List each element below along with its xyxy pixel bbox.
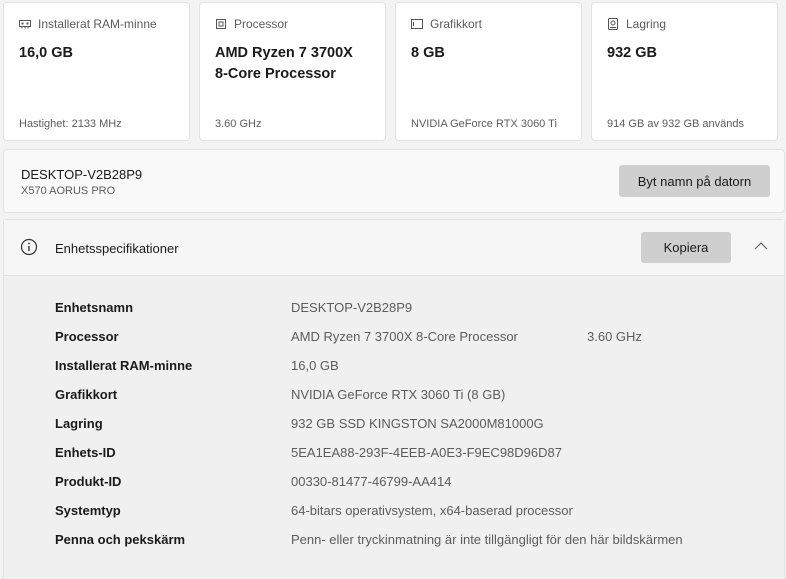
spec-label: Lagring — [55, 416, 103, 431]
spec-value: 5EA1EA88-293F-4EEB-A0E3-F9EC98D96D87 — [291, 445, 562, 460]
device-name-bar: DESKTOP-V2B28P9 X570 AORUS PRO Byt namn … — [3, 149, 785, 213]
spec-value: 16,0 GB — [291, 358, 339, 373]
card-title: Processor — [234, 17, 289, 31]
card-value: 8 GB — [411, 43, 566, 64]
spec-value: NVIDIA GeForce RTX 3060 Ti (8 GB) — [291, 387, 506, 402]
spec-label: Processor — [55, 329, 119, 344]
spec-value: 64-bitars operativsystem, x64-baserad pr… — [291, 503, 573, 518]
spec-panel-title: Enhetsspecifikationer — [55, 241, 179, 256]
spec-value: Penn- eller tryckinmatning är inte tillg… — [291, 532, 683, 547]
spec-panel-header[interactable]: Enhetsspecifikationer Kopiera — [4, 220, 784, 276]
card-storage: Lagring 932 GB 914 GB av 932 GB används — [591, 2, 778, 141]
spec-value: AMD Ryzen 7 3700X 8-Core Processor — [291, 329, 518, 344]
card-footer: 914 GB av 932 GB används — [607, 118, 744, 130]
device-specifications-panel: Enhetsspecifikationer Kopiera Enhetsnamn… — [3, 219, 785, 579]
card-footer: Hastighet: 2133 MHz — [19, 118, 122, 130]
card-title: Grafikkort — [430, 17, 483, 31]
spec-value: 932 GB SSD KINGSTON SA2000M81000G — [291, 416, 544, 431]
card-value: 16,0 GB — [19, 43, 174, 64]
card-value-line: 16,0 GB — [19, 45, 73, 61]
ram-icon — [19, 18, 31, 30]
device-name: DESKTOP-V2B28P9 — [21, 167, 143, 182]
card-gpu-header: Grafikkort — [411, 17, 566, 31]
spec-label: Grafikkort — [55, 387, 118, 402]
spec-label: Enhetsnamn — [55, 300, 134, 315]
spec-value: 00330-81477-46799-AA414 — [291, 474, 452, 489]
spec-value-extra: 3.60 GHz — [587, 329, 642, 344]
card-value-line: 8-Core Processor — [215, 66, 336, 82]
spec-label: Systemtyp — [55, 503, 121, 518]
info-icon — [20, 238, 38, 256]
card-processor: Processor AMD Ryzen 7 3700X 8-Core Proce… — [199, 2, 386, 141]
spec-label: Enhets-ID — [55, 445, 116, 460]
card-value-line: AMD Ryzen 7 3700X — [215, 45, 353, 61]
rename-pc-button[interactable]: Byt namn på datorn — [619, 165, 770, 197]
card-value: AMD Ryzen 7 3700X 8-Core Processor — [215, 43, 370, 85]
card-value-line: 8 GB — [411, 45, 445, 61]
card-value: 932 GB — [607, 43, 762, 64]
spec-label: Installerat RAM-minne — [55, 358, 193, 373]
spec-label: Penna och pekskärm — [55, 532, 186, 547]
card-processor-header: Processor — [215, 17, 370, 31]
card-ram: Installerat RAM-minne 16,0 GB Hastighet:… — [3, 2, 190, 141]
card-footer: NVIDIA GeForce RTX 3060 Ti — [411, 118, 557, 130]
summary-cards: Installerat RAM-minne 16,0 GB Hastighet:… — [3, 2, 778, 141]
spec-value: DESKTOP-V2B28P9 — [291, 300, 413, 315]
card-value-line: 932 GB — [607, 45, 657, 61]
card-title: Installerat RAM-minne — [38, 17, 157, 31]
card-title: Lagring — [626, 17, 667, 31]
card-footer: 3.60 GHz — [215, 118, 262, 130]
copy-button[interactable]: Kopiera — [641, 232, 731, 263]
spec-label: Produkt-ID — [55, 474, 122, 489]
card-storage-header: Lagring — [607, 17, 762, 31]
card-ram-header: Installerat RAM-minne — [19, 17, 174, 31]
gpu-icon — [411, 18, 423, 30]
cpu-icon — [215, 18, 227, 30]
device-model: X570 AORUS PRO — [21, 185, 116, 197]
storage-icon — [607, 18, 619, 30]
chevron-up-icon[interactable] — [754, 241, 768, 251]
card-gpu: Grafikkort 8 GB NVIDIA GeForce RTX 3060 … — [395, 2, 582, 141]
